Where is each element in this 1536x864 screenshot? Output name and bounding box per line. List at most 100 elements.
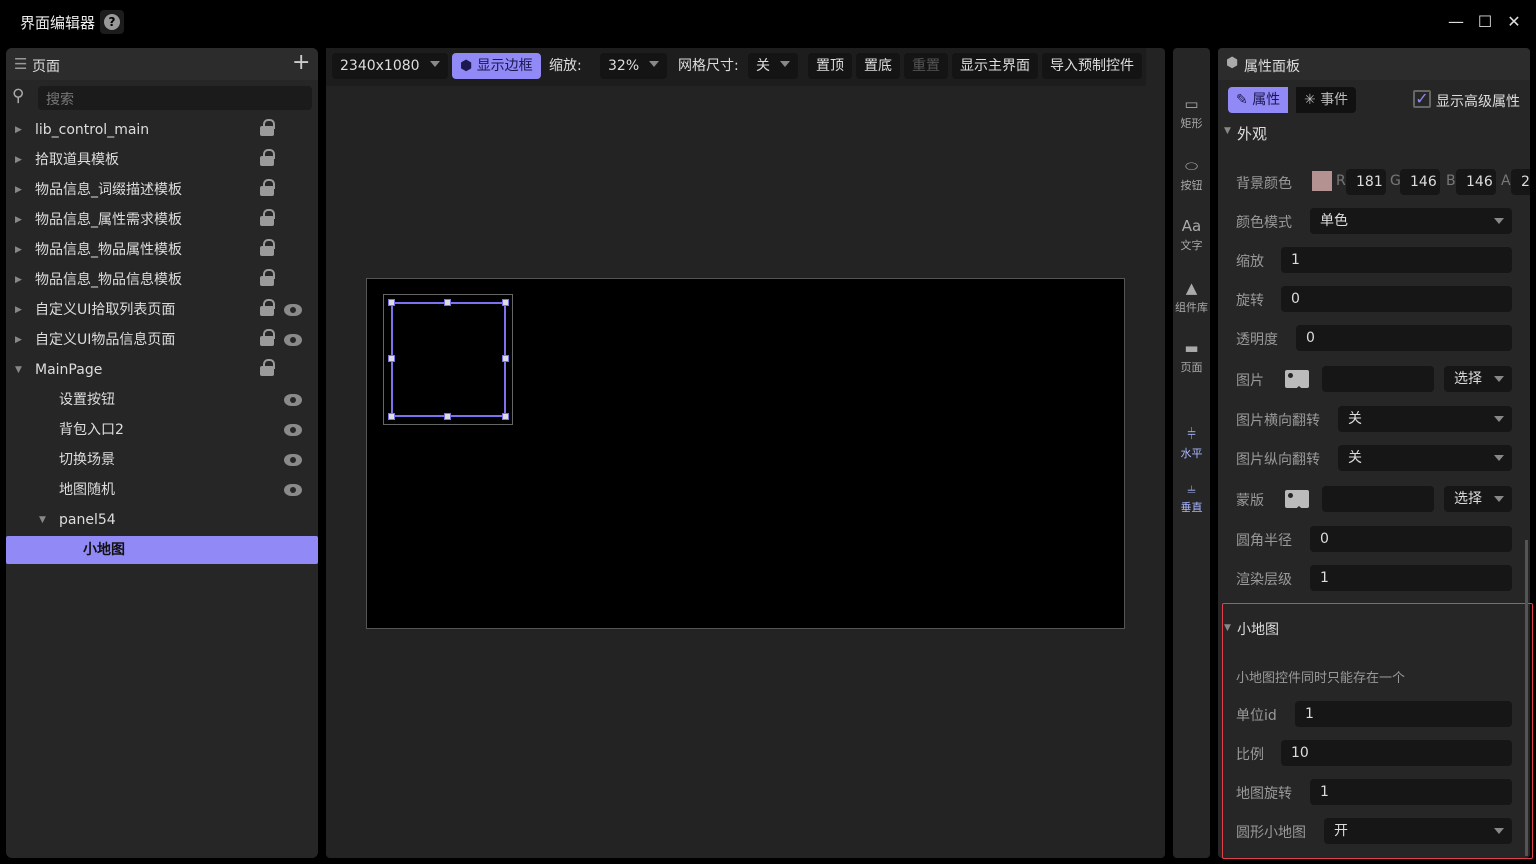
tree-item[interactable]: ▶ 自定义UI物品信息页面 [6, 325, 318, 355]
help-button[interactable]: ? [100, 10, 124, 34]
mask-select-button[interactable]: 选择 [1444, 486, 1512, 512]
scale-input[interactable]: 1 [1281, 247, 1512, 273]
caret-right-icon[interactable]: ▶ [15, 175, 22, 205]
g-input[interactable]: 146 [1400, 169, 1440, 195]
collapse-icon[interactable]: ▼ [1224, 126, 1231, 136]
resize-handle[interactable] [388, 299, 395, 306]
tree-item[interactable]: 切换场景 [6, 445, 318, 475]
lock-icon[interactable] [260, 179, 275, 196]
tree-item[interactable]: ▼ MainPage [6, 355, 318, 385]
tree-item-label: 物品信息_物品属性模板 [35, 242, 182, 258]
tool-align-horizontal[interactable]: ⫩ 水平 [1173, 426, 1210, 461]
lock-icon[interactable] [260, 209, 275, 226]
tool-button[interactable]: ⬭ 按钮 [1173, 158, 1210, 193]
eye-icon[interactable] [284, 334, 302, 346]
bg-color-swatch[interactable] [1312, 171, 1332, 191]
caret-down-icon[interactable]: ▼ [15, 355, 22, 385]
bring-to-top-button[interactable]: 置顶 [808, 53, 852, 79]
lock-icon[interactable] [260, 299, 275, 316]
selection-frame[interactable] [388, 299, 509, 420]
b-input[interactable]: 146 [1456, 169, 1496, 195]
tree-item[interactable]: 小地图 [6, 536, 318, 564]
image-path-input[interactable] [1322, 366, 1434, 392]
grid-select[interactable]: 关 [748, 53, 798, 79]
lock-icon[interactable] [260, 329, 275, 346]
app-title: 界面编辑器 [20, 14, 96, 32]
caret-right-icon[interactable]: ▶ [15, 205, 22, 235]
caret-right-icon[interactable]: ▶ [15, 235, 22, 265]
show-border-toggle[interactable]: ⬢ 显示边框 [452, 53, 541, 79]
hflip-select[interactable]: 关 [1338, 406, 1512, 432]
resize-handle[interactable] [502, 299, 509, 306]
eye-icon[interactable] [284, 454, 302, 466]
mask-path-input[interactable] [1322, 486, 1434, 512]
design-canvas[interactable] [366, 278, 1125, 629]
a-label: A [1501, 173, 1511, 189]
caret-right-icon[interactable]: ▶ [15, 145, 22, 175]
tool-align-vertical[interactable]: ⫨ 垂直 [1173, 480, 1210, 515]
tree-item[interactable]: ▶ 物品信息_属性需求模板 [6, 205, 318, 235]
tree-item[interactable]: ▶ 物品信息_物品属性模板 [6, 235, 318, 265]
resize-handle[interactable] [388, 413, 395, 420]
tree-item[interactable]: ▶ lib_control_main [6, 115, 318, 145]
tree-item[interactable]: 地图随机 [6, 475, 318, 505]
tree-item[interactable]: ▶ 自定义UI拾取列表页面 [6, 295, 318, 325]
eye-icon[interactable] [284, 394, 302, 406]
maximize-button[interactable]: ☐ [1473, 10, 1497, 34]
tool-rectangle[interactable]: ▭ 矩形 [1173, 96, 1210, 131]
tree-item[interactable]: 设置按钮 [6, 385, 318, 415]
resize-handle[interactable] [502, 413, 509, 420]
tree-item[interactable]: ▼ panel54 [6, 505, 318, 535]
properties-scrollbar[interactable] [1525, 540, 1528, 856]
resolution-select[interactable]: 2340x1080 [332, 53, 448, 79]
r-input[interactable]: 181 [1346, 169, 1386, 195]
caret-right-icon[interactable]: ▶ [15, 295, 22, 325]
eye-icon[interactable] [284, 424, 302, 436]
tree-item[interactable]: ▶ 拾取道具模板 [6, 145, 318, 175]
close-button[interactable]: ✕ [1502, 10, 1526, 34]
tool-page[interactable]: ▬ 页面 [1173, 340, 1210, 375]
show-main-button[interactable]: 显示主界面 [952, 53, 1038, 79]
tree-item[interactable]: 背包入口2 [6, 415, 318, 445]
send-to-bottom-button[interactable]: 置底 [856, 53, 900, 79]
a-input[interactable]: 25 [1511, 169, 1530, 195]
opacity-input[interactable]: 0 [1296, 325, 1512, 351]
caret-down-icon[interactable]: ▼ [39, 505, 46, 535]
caret-right-icon[interactable]: ▶ [15, 325, 22, 355]
lock-icon[interactable] [260, 239, 275, 256]
rotation-input[interactable]: 0 [1281, 286, 1512, 312]
tool-label: 文字 [1180, 239, 1203, 252]
vflip-select[interactable]: 关 [1338, 445, 1512, 471]
page-icon: ▬ [1184, 339, 1199, 357]
eye-icon[interactable] [284, 484, 302, 496]
tool-text[interactable]: Aa 文字 [1173, 218, 1210, 253]
pages-panel: ☰ 页面 + ⚲ 搜索 ▶ lib_control_main ▶ 拾取道具模板 ▶ 物品信… [6, 48, 318, 858]
radius-input[interactable]: 0 [1310, 526, 1512, 552]
resize-handle[interactable] [502, 355, 509, 362]
tool-label: 矩形 [1180, 117, 1203, 130]
resize-handle[interactable] [444, 413, 451, 420]
lock-icon[interactable] [260, 149, 275, 166]
lock-icon[interactable] [260, 119, 275, 136]
tree-item[interactable]: ▶ 物品信息_物品信息模板 [6, 265, 318, 295]
tool-components[interactable]: ▲ 组件库 [1173, 280, 1210, 315]
lock-icon[interactable] [260, 269, 275, 286]
image-select-button[interactable]: 选择 [1444, 366, 1512, 392]
tree-item[interactable]: ▶ 物品信息_词缀描述模板 [6, 175, 318, 205]
lock-icon[interactable] [260, 359, 275, 376]
minimize-button[interactable]: — [1444, 10, 1468, 34]
minimap-element[interactable] [383, 294, 513, 425]
caret-right-icon[interactable]: ▶ [15, 265, 22, 295]
color-mode-select[interactable]: 单色 [1310, 208, 1512, 234]
caret-right-icon[interactable]: ▶ [15, 115, 22, 145]
reset-button[interactable]: 重置 [904, 53, 948, 79]
resize-handle[interactable] [388, 355, 395, 362]
layer-input[interactable]: 1 [1310, 565, 1512, 591]
zoom-select[interactable]: 32% [600, 53, 668, 79]
show-border-label: 显示边框 [476, 58, 533, 74]
search-input[interactable]: 搜索 [38, 86, 312, 110]
eye-icon[interactable] [284, 304, 302, 316]
resize-handle[interactable] [444, 299, 451, 306]
import-prefab-button[interactable]: 导入预制控件 [1042, 53, 1142, 79]
add-page-button[interactable]: + [292, 50, 310, 75]
